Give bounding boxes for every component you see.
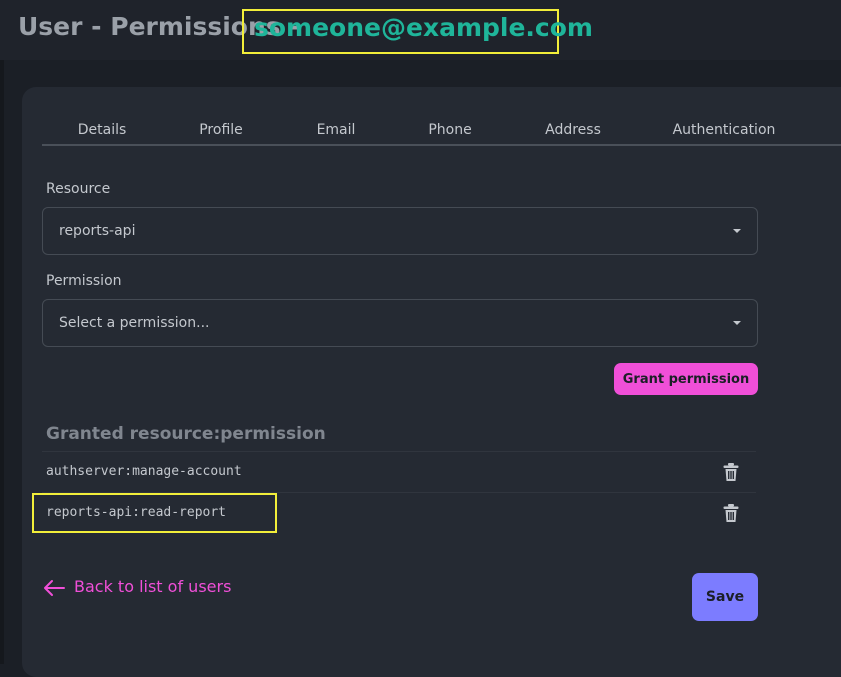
- tab-phone[interactable]: Phone: [428, 122, 471, 138]
- save-button[interactable]: Save: [692, 573, 758, 621]
- tab-bar: Details Profile Email Phone Address Auth…: [42, 110, 841, 146]
- permission-select[interactable]: Select a permission...: [42, 299, 758, 347]
- user-email: someone@example.com: [254, 13, 593, 42]
- left-rail: [0, 60, 4, 664]
- arrow-left-icon: [44, 580, 65, 596]
- tab-profile[interactable]: Profile: [199, 122, 243, 138]
- resource-select-value: reports-api: [59, 223, 136, 239]
- permission-row: authserver:manage-account: [42, 451, 756, 492]
- permission-row-text: authserver:manage-account: [46, 464, 242, 479]
- permission-label: Permission: [46, 273, 122, 289]
- trash-icon[interactable]: [722, 503, 740, 523]
- resource-select[interactable]: reports-api: [42, 207, 758, 255]
- trash-icon[interactable]: [722, 462, 740, 482]
- caret-down-icon: [733, 321, 741, 325]
- tab-email[interactable]: Email: [317, 122, 356, 138]
- highlight-box: [32, 493, 277, 533]
- tab-authentication[interactable]: Authentication: [673, 122, 776, 138]
- grant-permission-button[interactable]: Grant permission: [614, 363, 758, 395]
- tab-details[interactable]: Details: [78, 122, 127, 138]
- caret-down-icon: [733, 229, 741, 233]
- granted-heading: Granted resource:permission: [46, 424, 326, 444]
- resource-label: Resource: [46, 181, 111, 197]
- tab-address[interactable]: Address: [545, 122, 601, 138]
- permission-select-placeholder: Select a permission...: [59, 315, 210, 331]
- back-link-label: Back to list of users: [74, 577, 232, 596]
